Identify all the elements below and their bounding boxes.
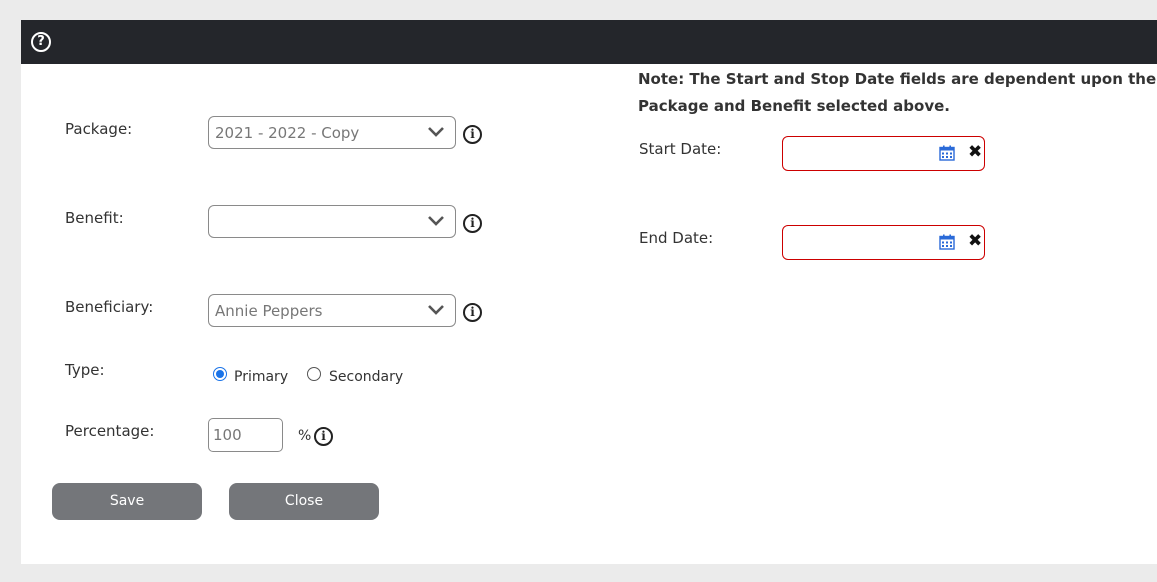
start-date-label: Start Date: (639, 140, 722, 158)
beneficiary-select-value: Annie Peppers (215, 302, 323, 320)
save-button[interactable]: Save (52, 483, 202, 520)
clear-end-date-icon[interactable]: ✖ (968, 231, 984, 251)
type-primary-radio[interactable] (213, 367, 227, 381)
package-info-icon[interactable]: i (463, 125, 482, 144)
benefit-label: Benefit: (65, 209, 124, 227)
package-select-value: 2021 - 2022 - Copy (215, 124, 360, 142)
type-primary-label: Primary (234, 369, 289, 385)
end-date-label: End Date: (639, 229, 714, 247)
help-icon[interactable]: ? (31, 32, 51, 52)
benefit-select[interactable] (208, 205, 456, 238)
type-secondary-radio[interactable] (307, 367, 321, 381)
chevron-down-icon (428, 216, 444, 226)
percentage-input[interactable] (208, 418, 283, 452)
type-secondary-label: Secondary (329, 369, 404, 385)
type-label: Type: (65, 361, 105, 379)
close-button[interactable]: Close (229, 483, 379, 520)
percentage-unit: % (298, 428, 312, 444)
package-select[interactable]: 2021 - 2022 - Copy (208, 116, 456, 149)
date-note: Note: The Start and Stop Date fields are… (638, 70, 1157, 115)
chevron-down-icon (428, 127, 444, 137)
clear-start-date-icon[interactable]: ✖ (968, 142, 984, 162)
dialog-titlebar: ? (21, 20, 1157, 64)
chevron-down-icon (428, 305, 444, 315)
calendar-icon[interactable] (939, 234, 955, 250)
percentage-info-icon[interactable]: i (314, 427, 333, 446)
percentage-label: Percentage: (65, 422, 155, 440)
end-date-input[interactable]: ✖ (782, 225, 985, 260)
beneficiary-info-icon[interactable]: i (463, 303, 482, 322)
calendar-icon[interactable] (939, 145, 955, 161)
beneficiary-select[interactable]: Annie Peppers (208, 294, 456, 327)
package-label: Package: (65, 120, 133, 138)
beneficiary-label: Beneficiary: (65, 298, 154, 316)
beneficiary-dialog: ? Package: 2021 - 2022 - Copy i Benefit:… (21, 20, 1157, 564)
benefit-info-icon[interactable]: i (463, 214, 482, 233)
start-date-input[interactable]: ✖ (782, 136, 985, 171)
